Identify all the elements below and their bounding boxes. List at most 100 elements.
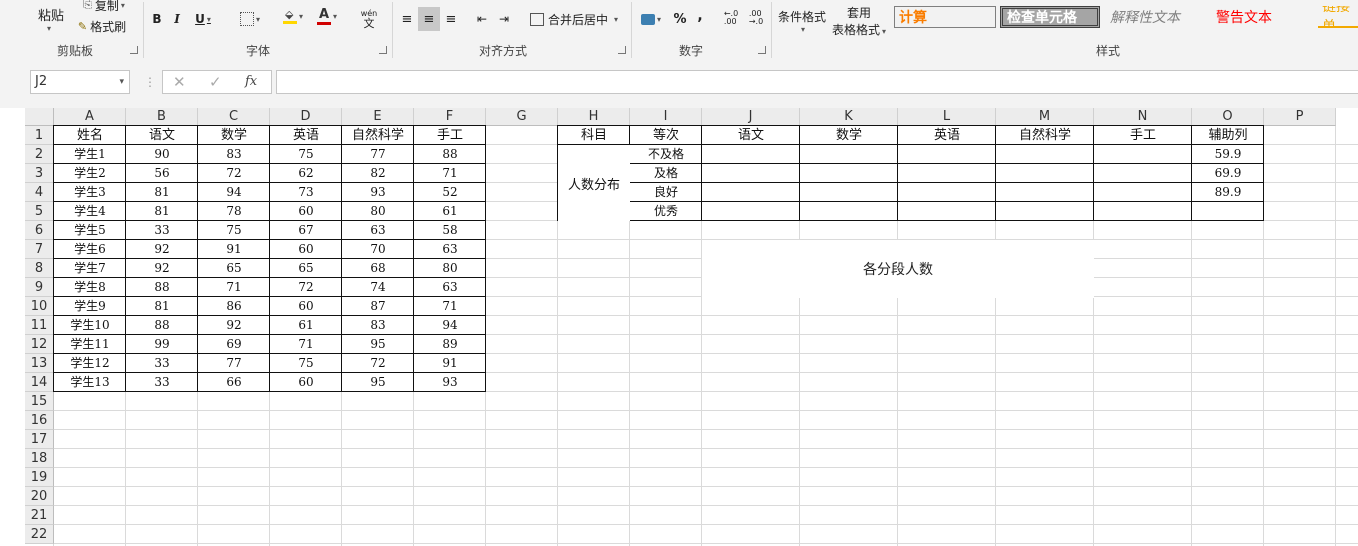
score-cell[interactable]: 82 <box>342 164 414 183</box>
row-header-21[interactable]: 21 <box>25 506 54 525</box>
score-cell[interactable]: 33 <box>126 354 198 373</box>
score-cell[interactable]: 72 <box>270 278 342 297</box>
phonetic-guide-button[interactable]: wén 文 <box>354 6 384 32</box>
score-cell[interactable]: 56 <box>126 164 198 183</box>
column-header-b[interactable]: B <box>126 108 198 126</box>
grade-label[interactable]: 不及格 <box>630 145 702 164</box>
paste-dropdown-icon[interactable]: ▾ <box>47 24 51 33</box>
score-cell[interactable]: 68 <box>342 259 414 278</box>
grade-label[interactable]: 优秀 <box>630 202 702 221</box>
grade-label[interactable]: 及格 <box>630 164 702 183</box>
score-cell[interactable]: 93 <box>342 183 414 202</box>
dist-header-n[interactable]: 手工 <box>1094 126 1192 145</box>
insert-function-icon[interactable]: fx <box>245 74 257 89</box>
score-cell[interactable]: 81 <box>126 202 198 221</box>
dist-header-o[interactable]: 辅助列 <box>1192 126 1264 145</box>
dist-header-h[interactable]: 科目 <box>558 126 630 145</box>
score-cell[interactable]: 学生11 <box>54 335 126 354</box>
format-painter-button[interactable]: ✎ 格式刷 <box>72 16 132 36</box>
copy-button[interactable]: ⎘ 复制 ▾ <box>72 0 136 15</box>
helper-cell[interactable]: 59.9 <box>1192 145 1264 164</box>
score-cell[interactable]: 78 <box>198 202 270 221</box>
score-cell[interactable]: 学生10 <box>54 316 126 335</box>
row-header-7[interactable]: 7 <box>25 240 54 259</box>
score-cell[interactable]: 65 <box>198 259 270 278</box>
row-header-12[interactable]: 12 <box>25 335 54 354</box>
score-cell[interactable]: 学生9 <box>54 297 126 316</box>
score-cell[interactable]: 81 <box>126 297 198 316</box>
border-button[interactable]: ▾ <box>234 9 266 29</box>
row-header-11[interactable]: 11 <box>25 316 54 335</box>
column-header-n[interactable]: N <box>1094 108 1192 126</box>
score-cell[interactable]: 52 <box>414 183 486 202</box>
dist-header-l[interactable]: 英语 <box>898 126 996 145</box>
column-header-c[interactable]: C <box>198 108 270 126</box>
score-cell[interactable]: 72 <box>342 354 414 373</box>
font-color-button[interactable]: A ▾ <box>312 6 342 26</box>
decrease-indent-icon[interactable]: ⇤ <box>472 9 492 29</box>
score-cell[interactable]: 75 <box>270 354 342 373</box>
accounting-format-button[interactable]: ▾ <box>636 9 666 29</box>
score-cell[interactable]: 94 <box>414 316 486 335</box>
score-cell[interactable]: 86 <box>198 297 270 316</box>
name-box[interactable]: J2 ▾ <box>30 70 130 94</box>
alignment-launcher-icon[interactable] <box>618 46 626 54</box>
score-cell[interactable]: 95 <box>342 373 414 392</box>
align-center-icon[interactable]: ≡ <box>418 7 440 31</box>
score-cell[interactable]: 65 <box>270 259 342 278</box>
score-cell[interactable]: 71 <box>270 335 342 354</box>
enter-icon[interactable]: ✓ <box>209 73 222 91</box>
row-header-19[interactable]: 19 <box>25 468 54 487</box>
score-cell[interactable]: 89 <box>414 335 486 354</box>
score-cell[interactable]: 71 <box>198 278 270 297</box>
score-cell[interactable]: 学生3 <box>54 183 126 202</box>
score-cell[interactable]: 61 <box>414 202 486 221</box>
score-cell[interactable]: 33 <box>126 221 198 240</box>
score-cell[interactable]: 88 <box>126 278 198 297</box>
score-cell[interactable]: 93 <box>414 373 486 392</box>
style-check-cell[interactable]: 检查单元格 <box>1000 6 1100 28</box>
align-left-icon[interactable]: ≡ <box>398 9 416 29</box>
row-header-13[interactable]: 13 <box>25 354 54 373</box>
column-header-f[interactable]: F <box>414 108 486 126</box>
score-cell[interactable]: 58 <box>414 221 486 240</box>
score-header-d[interactable]: 英语 <box>270 126 342 145</box>
select-all-corner[interactable] <box>25 108 54 126</box>
score-cell[interactable]: 66 <box>198 373 270 392</box>
score-cell[interactable]: 61 <box>270 316 342 335</box>
score-cell[interactable]: 74 <box>342 278 414 297</box>
merged-cell-distribution[interactable]: 人数分布 <box>558 145 630 221</box>
increase-indent-icon[interactable]: ⇥ <box>494 9 514 29</box>
score-cell[interactable]: 73 <box>270 183 342 202</box>
chart-title[interactable]: 各分段人数 <box>702 240 1094 298</box>
score-cell[interactable]: 88 <box>414 145 486 164</box>
column-header-h[interactable]: H <box>558 108 630 126</box>
column-header-j[interactable]: J <box>702 108 800 126</box>
score-cell[interactable]: 63 <box>342 221 414 240</box>
score-cell[interactable]: 83 <box>342 316 414 335</box>
fill-color-button[interactable]: ⬙ ▾ <box>278 6 308 26</box>
score-cell[interactable]: 91 <box>198 240 270 259</box>
score-cell[interactable]: 94 <box>198 183 270 202</box>
helper-cell[interactable]: 89.9 <box>1192 183 1264 202</box>
score-cell[interactable]: 92 <box>126 259 198 278</box>
column-header-g[interactable]: G <box>486 108 558 126</box>
row-header-14[interactable]: 14 <box>25 373 54 392</box>
score-cell[interactable]: 83 <box>198 145 270 164</box>
row-header-22[interactable]: 22 <box>25 525 54 544</box>
row-header-20[interactable]: 20 <box>25 487 54 506</box>
number-launcher-icon[interactable] <box>758 46 766 54</box>
score-cell[interactable]: 学生7 <box>54 259 126 278</box>
row-header-2[interactable]: 2 <box>25 145 54 164</box>
score-header-c[interactable]: 数学 <box>198 126 270 145</box>
score-cell[interactable]: 92 <box>126 240 198 259</box>
score-cell[interactable]: 71 <box>414 297 486 316</box>
row-header-6[interactable]: 6 <box>25 221 54 240</box>
score-cell[interactable]: 学生2 <box>54 164 126 183</box>
score-cell[interactable]: 77 <box>342 145 414 164</box>
row-header-8[interactable]: 8 <box>25 259 54 278</box>
column-header-k[interactable]: K <box>800 108 898 126</box>
comma-style-button[interactable]: , <box>694 6 706 26</box>
font-launcher-icon[interactable] <box>379 46 387 54</box>
score-cell[interactable]: 学生8 <box>54 278 126 297</box>
